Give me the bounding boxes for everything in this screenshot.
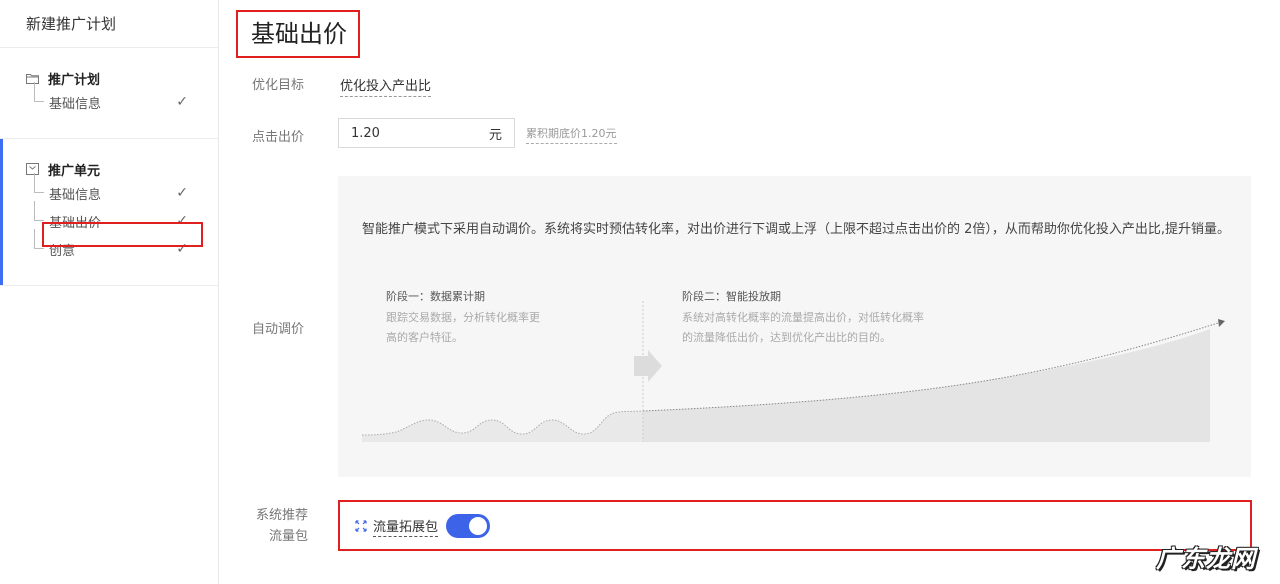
stage2-desc-line1: 系统对高转化概率的流量提高出价，对低转化概率 [682, 311, 924, 324]
traffic-pkg-box: 流量拓展包 [338, 500, 1252, 551]
traffic-pkg-toggle[interactable] [446, 514, 491, 538]
tree-connector [34, 82, 44, 102]
sidebar-group-plan: 推广计划 基础信息 ✓ [0, 48, 218, 139]
click-bid-value[interactable]: 1.20 [351, 126, 380, 141]
sidebar-group-unit-label: 推广单元 [48, 163, 101, 179]
phase-transition-arrow [634, 350, 662, 382]
sidebar-highlight-box [42, 222, 203, 247]
sidebar-item-plan-basic-info[interactable]: 基础信息 ✓ [0, 82, 218, 116]
check-icon: ✓ [176, 94, 188, 110]
traffic-pkg-name[interactable]: 流量拓展包 [373, 516, 439, 537]
stage2-desc-line2: 的流量降低出价，达到优化产出比的目的。 [682, 331, 891, 344]
traffic-pkg-row: 流量拓展包 [355, 514, 491, 538]
page-title: 基础出价 [236, 10, 360, 58]
sidebar-group-unit: 推广单元 基础信息 ✓ 基础出价 ✓ 创意 ✓ [0, 139, 218, 286]
sidebar-group-unit-header[interactable]: 推广单元 [0, 159, 218, 179]
traffic-pkg-label-line2: 流量包 [268, 529, 308, 544]
sidebar-item-unit-basic-info[interactable]: 基础信息 ✓ [0, 173, 218, 207]
expand-arrows-icon [355, 520, 367, 532]
growth-arrow-head [1218, 319, 1225, 327]
sidebar-item-label: 基础信息 [49, 187, 102, 203]
sidebar: 新建推广计划 推广计划 基础信息 ✓ 推广单元 基础信息 ✓ 基础出价 ✓ 创意… [0, 0, 219, 584]
sidebar-group-plan-label: 推广计划 [48, 72, 101, 88]
sidebar-item-label: 基础信息 [49, 96, 102, 112]
stage1-desc-line2: 高的客户特征。 [386, 331, 463, 344]
traffic-pkg-label-line1: 系统推荐 [255, 508, 308, 523]
opt-target-value[interactable]: 优化投入产出比 [340, 75, 432, 97]
check-icon: ✓ [176, 185, 188, 201]
stage1-desc: 跟踪交易数据，分析转化概率更 高的客户特征。 [386, 308, 540, 348]
auto-bid-panel: 智能推广模式下采用自动调价。系统将实时预估转化率，对出价进行下调或上浮（上限不超… [338, 176, 1251, 477]
main-panel: 基础出价 优化目标 优化投入产出比 点击出价 1.20 元 累积期底价1.20元… [219, 0, 1280, 584]
watermark-logo: 广东龙网 [1156, 545, 1256, 573]
stage1-title: 阶段一：数据累计期 [386, 290, 485, 303]
tree-connector [34, 173, 44, 193]
auto-bid-label: 自动调价 [252, 322, 305, 337]
click-bid-unit: 元 [488, 127, 502, 143]
sidebar-group-plan-header[interactable]: 推广计划 [0, 68, 218, 88]
click-bid-input[interactable]: 1.20 元 [338, 118, 515, 148]
phase1-wave-fill [362, 411, 643, 442]
sidebar-title: 新建推广计划 [0, 0, 218, 48]
stage2-desc: 系统对高转化概率的流量提高出价，对低转化概率 的流量降低出价，达到优化产出比的目… [682, 308, 924, 348]
tree-connector [34, 201, 44, 221]
click-bid-label: 点击出价 [252, 130, 305, 145]
opt-target-label: 优化目标 [252, 78, 305, 93]
floor-price-note[interactable]: 累积期底价1.20元 [526, 125, 617, 144]
stage1-desc-line1: 跟踪交易数据，分析转化概率更 [386, 311, 540, 324]
traffic-pkg-label: 系统推荐 流量包 [252, 505, 308, 547]
stage2-title: 阶段二：智能投放期 [682, 290, 781, 303]
